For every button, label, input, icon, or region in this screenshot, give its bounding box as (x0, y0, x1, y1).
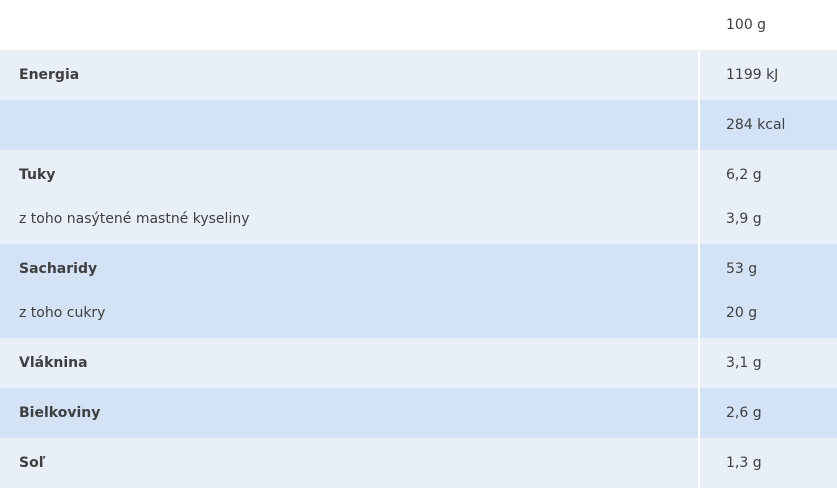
row-sub-value: 20 g (726, 305, 758, 321)
label-cell: Bielkoviny (0, 388, 698, 438)
row-value: 6,2 g (726, 167, 762, 183)
value-cell: 1,3 g (698, 438, 837, 488)
table-row-salt: Soľ 1,3 g (0, 438, 837, 488)
table-row-carbohydrates: Sacharidy z toho cukry 53 g 20 g (0, 244, 837, 338)
table-row-energy-kj: Energia 1199 kJ (0, 50, 837, 100)
label-cell (0, 100, 698, 150)
value-cell: 6,2 g 3,9 g (698, 150, 837, 244)
row-label: Vláknina (19, 355, 88, 371)
table-row-fat: Tuky z toho nasýtené mastné kyseliny 6,2… (0, 150, 837, 244)
row-label: Sacharidy (19, 261, 98, 277)
row-label (19, 100, 698, 150)
row-sub-label: z toho nasýtené mastné kyseliny (19, 211, 250, 227)
row-label: Energia (19, 67, 80, 83)
header-value-cell: 100 g (698, 0, 837, 50)
row-label: Bielkoviny (19, 405, 101, 421)
row-label: Tuky (19, 167, 56, 183)
value-cell: 53 g 20 g (698, 244, 837, 338)
label-cell: Soľ (0, 438, 698, 488)
row-value: 1199 kJ (726, 67, 779, 83)
value-cell: 284 kcal (698, 100, 837, 150)
row-sub-value: 3,9 g (726, 211, 762, 227)
nutrition-table: 100 g Energia 1199 kJ 284 kcal Tuky z to… (0, 0, 837, 488)
label-cell: Energia (0, 50, 698, 100)
label-cell: Vláknina (0, 338, 698, 388)
row-value: 53 g (726, 261, 758, 277)
table-row-energy-kcal: 284 kcal (0, 100, 837, 150)
row-value: 284 kcal (726, 117, 786, 133)
header-value: 100 g (726, 17, 767, 33)
header-label (19, 0, 698, 50)
value-cell: 3,1 g (698, 338, 837, 388)
table-row-protein: Bielkoviny 2,6 g (0, 388, 837, 438)
row-sub-label: z toho cukry (19, 305, 106, 321)
row-value: 3,1 g (726, 355, 762, 371)
value-cell: 1199 kJ (698, 50, 837, 100)
header-label-cell (0, 0, 698, 50)
table-header-row: 100 g (0, 0, 837, 50)
value-cell: 2,6 g (698, 388, 837, 438)
table-row-fiber: Vláknina 3,1 g (0, 338, 837, 388)
label-cell: Tuky z toho nasýtené mastné kyseliny (0, 150, 698, 244)
row-label: Soľ (19, 455, 46, 471)
row-value: 2,6 g (726, 405, 762, 421)
label-cell: Sacharidy z toho cukry (0, 244, 698, 338)
row-value: 1,3 g (726, 455, 762, 471)
